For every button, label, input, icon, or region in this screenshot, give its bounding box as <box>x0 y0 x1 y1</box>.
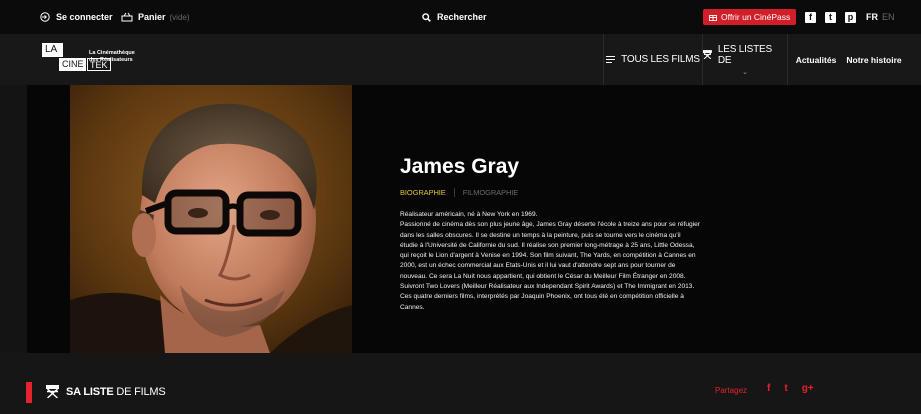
cart-link[interactable]: Panier (vide) <box>121 0 190 34</box>
logo-la: LA <box>42 43 63 57</box>
director-chair-icon <box>46 385 59 398</box>
lang-en[interactable]: EN <box>882 12 895 22</box>
nav-lists-label: LES LISTES DE <box>717 43 772 66</box>
bio-line: qui reçoit le Lion d'argent à Venise en … <box>400 252 696 260</box>
bio-line: étudie à l'Université de Californie du s… <box>400 241 695 249</box>
twitter-share-icon[interactable]: t <box>784 383 787 394</box>
main-header: LA CINE TEK La Cinémathèque des Réalisat… <box>0 34 921 85</box>
hero-left-gutter <box>0 85 27 353</box>
language-switcher: FR EN <box>866 0 895 34</box>
nav-lists-dropdown[interactable]: LES LISTES DE ⌄ <box>702 34 787 85</box>
social-links: f t p <box>805 0 856 34</box>
biography-text: Réalisateur américain, né à New York en … <box>400 210 750 313</box>
login-label: Se connecter <box>56 12 113 22</box>
cart-status: (vide) <box>169 12 190 22</box>
lang-fr[interactable]: FR <box>866 12 878 22</box>
menu-lines-icon <box>606 56 616 63</box>
search-label: Rechercher <box>437 12 487 22</box>
profile-tabs: BIOGRAPHIE FILMOGRAPHIE <box>400 188 518 197</box>
director-chair-icon <box>703 50 712 59</box>
chevron-down-icon: ⌄ <box>742 68 748 76</box>
login-icon <box>40 12 50 22</box>
search-icon <box>422 12 431 22</box>
nav-news-label: Actualités <box>795 54 837 65</box>
director-name: James Gray <box>400 155 520 178</box>
pinterest-icon[interactable]: p <box>845 11 856 23</box>
tab-biography[interactable]: BIOGRAPHIE <box>400 188 446 197</box>
top-utility-bar: Se connecter Panier (vide) Rechercher Of… <box>0 0 921 34</box>
bio-line: nouveau. Ce sera La Nuit nous appartient… <box>400 272 686 280</box>
gift-cinepass-label: Offrir un CinéPass <box>721 12 791 22</box>
bio-line: Suivront Two Lovers (Meilleur Réalisateu… <box>400 283 695 291</box>
login-link[interactable]: Se connecter <box>40 0 113 34</box>
tagline-line-1: La Cinémathèque <box>89 50 135 56</box>
bio-line: Passionné de cinéma dès son plus jeune â… <box>400 221 700 229</box>
gift-cinepass-button[interactable]: Offrir un CinéPass <box>703 9 797 25</box>
tab-separator <box>453 188 455 197</box>
bio-line: Réalisateur américain, né à New York en … <box>400 211 538 218</box>
nav-all-films[interactable]: TOUS LES FILMS <box>603 34 702 85</box>
section-title-rest: DE FILMS <box>113 386 166 398</box>
cart-label: Panier <box>138 12 166 22</box>
director-portrait <box>70 85 352 353</box>
cart-icon <box>121 12 133 22</box>
gift-icon <box>709 15 717 21</box>
twitter-icon[interactable]: t <box>825 11 836 23</box>
facebook-share-icon[interactable]: f <box>767 383 770 394</box>
facebook-icon[interactable]: f <box>805 11 816 23</box>
nav-news[interactable]: Actualités <box>787 34 844 85</box>
nav-our-story[interactable]: Notre histoire <box>844 34 904 85</box>
nav-our-story-label: Notre histoire <box>846 54 902 65</box>
bio-line: 2000, est un échec commercial aux Etats-… <box>400 262 676 270</box>
logo-tagline: La Cinémathèque des Réalisateurs <box>89 50 135 64</box>
section-title: SA LISTE DE FILMS <box>66 386 166 398</box>
tagline-line-2: des Réalisateurs <box>89 57 133 63</box>
bio-line: dans les salles obscures. Il se destine … <box>400 231 681 239</box>
section-title-bold: SA LISTE <box>66 386 114 398</box>
section-accent-bar <box>26 382 32 403</box>
bio-line: Cannes. <box>400 303 425 311</box>
search-button[interactable]: Rechercher <box>422 0 487 34</box>
logo-cine: CINE <box>59 58 86 71</box>
site-logo[interactable]: LA CINE TEK <box>42 43 111 75</box>
share-label: Partagez <box>715 386 748 395</box>
tab-filmography[interactable]: FILMOGRAPHIE <box>463 188 519 197</box>
nav-all-films-label: TOUS LES FILMS <box>621 54 700 65</box>
share-buttons: f t g+ <box>767 383 814 394</box>
google-plus-share-icon[interactable]: g+ <box>802 383 814 394</box>
bio-line: Ces quatre derniers films, interprétés p… <box>400 293 684 301</box>
